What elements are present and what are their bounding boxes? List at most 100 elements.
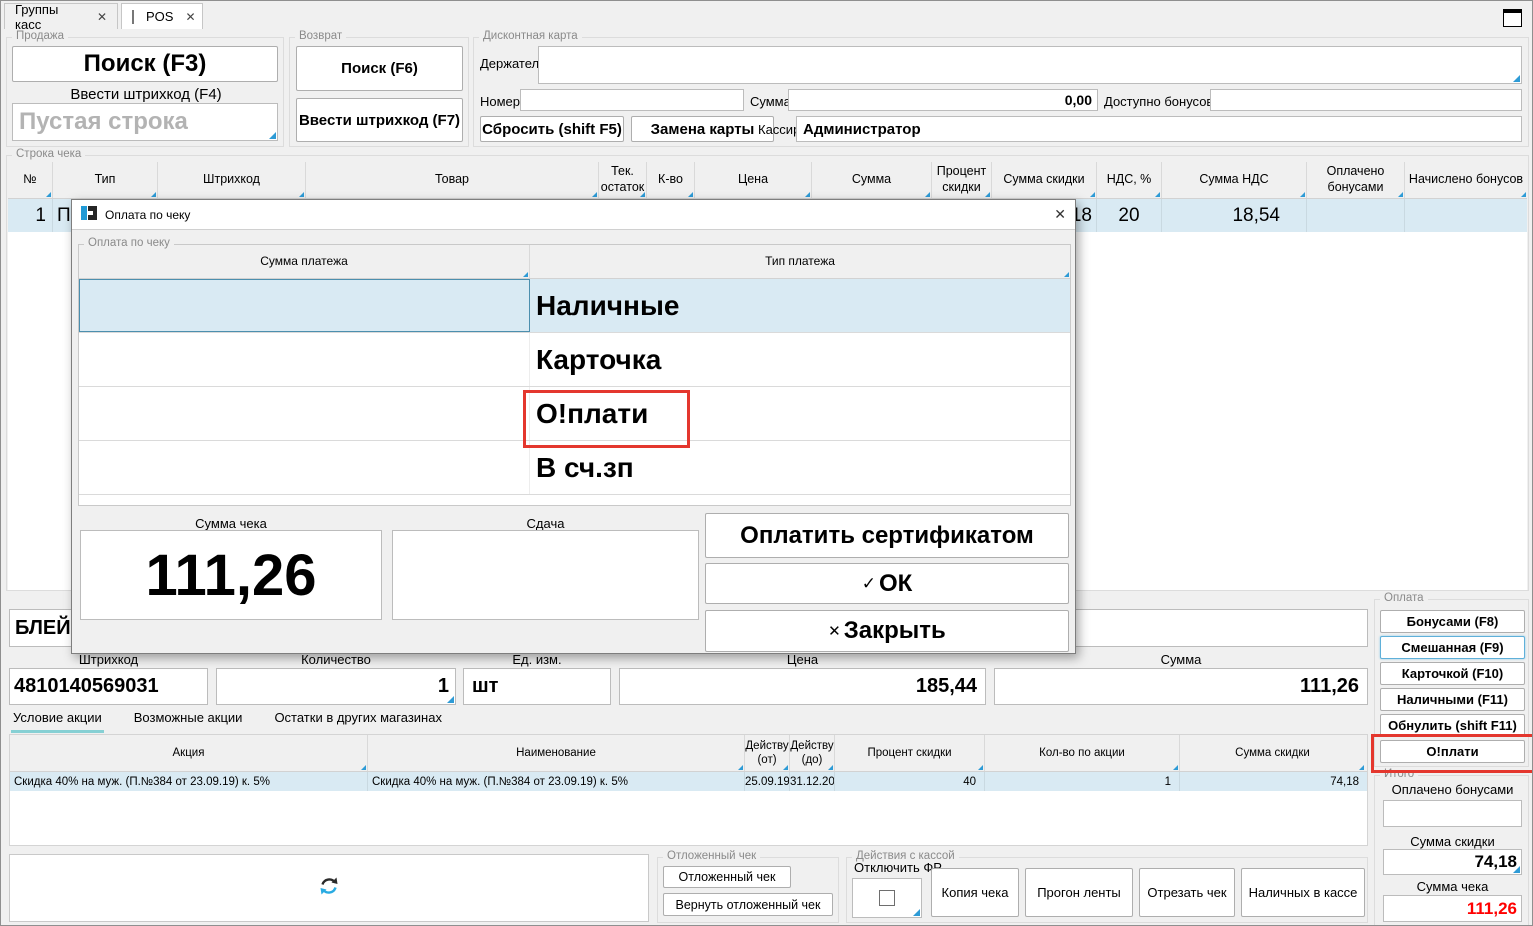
hold-check-button[interactable]: Отложенный чек	[663, 866, 791, 888]
pay-cash-button[interactable]: Наличными (F11)	[1380, 688, 1525, 711]
copy-check-button[interactable]: Копия чека	[931, 868, 1019, 917]
tab-promo-possible[interactable]: Возможные акции	[132, 707, 245, 733]
col-vat[interactable]: НДС, %	[1097, 162, 1162, 198]
col-barcode[interactable]: Штрихкод	[158, 162, 306, 198]
ok-button-label: ОК	[879, 570, 912, 598]
col-paid-bonus[interactable]: Оплачено бонусами	[1307, 162, 1405, 198]
col-valid-to[interactable]: Действу (до)	[790, 735, 835, 771]
card-sum-field[interactable]: 0,00	[788, 89, 1098, 111]
cell-promo: Скидка 40% на муж. (П.№384 от 23.09.19) …	[10, 772, 368, 791]
replace-card-button[interactable]: Замена карты	[631, 116, 774, 142]
pay-oplati-button[interactable]: О!плати	[1380, 740, 1525, 763]
payment-sum-cell[interactable]	[79, 441, 530, 494]
document-icon	[132, 10, 134, 24]
sale-search-button[interactable]: Поиск (F3)	[12, 46, 278, 82]
col-num[interactable]: №	[8, 162, 53, 198]
total-sum-field: 111,26	[1383, 895, 1522, 922]
payment-type-cell: Карточка	[530, 333, 1070, 386]
cash-in-register-button[interactable]: Наличных в кассе	[1241, 868, 1365, 917]
col-product[interactable]: Товар	[306, 162, 599, 198]
ok-button[interactable]: ✓ ОК	[705, 563, 1069, 604]
cell-vat-sum: 18,54	[1162, 199, 1307, 232]
discount-card-title: Дисконтная карта	[479, 30, 582, 42]
col-vat-sum[interactable]: Сумма НДС	[1162, 162, 1307, 198]
dialog-close-icon[interactable]: ✕	[1054, 206, 1066, 223]
pay-mixed-button[interactable]: Смешанная (F9)	[1380, 636, 1525, 659]
col-price[interactable]: Цена	[695, 162, 812, 198]
col-name[interactable]: Наименование	[368, 735, 745, 771]
col-promo-discount-sum[interactable]: Сумма скидки	[1180, 735, 1365, 771]
barcode-label: Штрихкод	[9, 652, 208, 667]
close-button-label: Закрыть	[844, 617, 946, 645]
total-discount-label: Сумма скидки	[1375, 834, 1530, 849]
card-sum-label: Сумма	[750, 94, 791, 109]
payment-type-cell: О!плати	[530, 387, 1070, 440]
app-logo-icon	[81, 205, 97, 224]
paid-bonus-field	[1383, 800, 1522, 827]
pay-certificate-button[interactable]: Оплатить сертификатом	[705, 513, 1069, 558]
payment-row-card[interactable]: Карточка	[79, 332, 1070, 387]
col-promo-discount-pct[interactable]: Процент скидки	[835, 735, 985, 771]
col-type[interactable]: Тип	[53, 162, 158, 198]
col-promo-qty[interactable]: Кол-во по акции	[985, 735, 1180, 771]
sale-group: Продажа Поиск (F3) Ввести штрихкод (F4) …	[6, 37, 284, 147]
dialog-title-bar[interactable]: Оплата по чеку ✕	[72, 200, 1075, 230]
col-promo[interactable]: Акция	[10, 735, 368, 771]
return-check-button[interactable]: Вернуть отложенный чек	[663, 893, 833, 916]
payment-sum-cell[interactable]	[79, 279, 530, 332]
tab-close-icon[interactable]: ✕	[97, 10, 107, 24]
col-valid-from[interactable]: Действу (от)	[745, 735, 790, 771]
tab-cash-groups[interactable]: Группы касс ✕	[4, 3, 118, 29]
loading-panel	[9, 854, 649, 922]
payment-row-oplati[interactable]: О!плати	[79, 387, 1070, 441]
col-qty[interactable]: К-во	[647, 162, 695, 198]
refund-search-button[interactable]: Поиск (F6)	[296, 46, 463, 91]
tab-pos[interactable]: POS ✕	[121, 3, 203, 29]
checkbox-icon[interactable]	[879, 890, 895, 906]
pay-card-button[interactable]: Карточкой (F10)	[1380, 662, 1525, 685]
sale-input[interactable]: Пустая строка	[12, 103, 278, 141]
disable-fr-label: Отключить ФР	[854, 860, 942, 875]
col-stock[interactable]: Тек. остаток	[599, 162, 647, 198]
holder-field[interactable]	[538, 46, 1522, 84]
close-button[interactable]: ✕ Закрыть	[705, 610, 1069, 652]
number-field[interactable]	[520, 89, 744, 111]
payment-sum-cell[interactable]	[79, 387, 530, 440]
payment-group: Оплата Бонусами (F8) Смешанная (F9) Карт…	[1374, 599, 1529, 767]
payment-row-cash[interactable]: Наличные	[79, 279, 1070, 332]
close-x-icon: ✕	[828, 622, 841, 640]
col-payment-type[interactable]: Тип платежа	[530, 245, 1070, 278]
col-accrued-bonus[interactable]: Начислено бонусов	[1405, 162, 1527, 198]
tab-promo-other-stores[interactable]: Остатки в других магазинах	[272, 707, 444, 733]
bonus-available-field[interactable]	[1210, 89, 1522, 111]
tape-run-button[interactable]: Прогон ленты	[1025, 868, 1133, 917]
cell-valid-to: 31.12.20	[790, 772, 835, 791]
maximize-icon[interactable]	[1503, 9, 1522, 27]
col-discount-pct[interactable]: Процент скидки	[932, 162, 992, 198]
tab-bar: Группы касс ✕ POS ✕	[1, 1, 1532, 29]
col-sum[interactable]: Сумма	[812, 162, 932, 198]
unit-label: Ед. изм.	[463, 652, 611, 667]
tab-pos-label: POS	[146, 9, 173, 24]
quantity-field[interactable]: 1	[216, 668, 456, 705]
payment-row-salary[interactable]: В сч.зп	[79, 441, 1070, 495]
pay-bonus-button[interactable]: Бонусами (F8)	[1380, 610, 1525, 633]
reset-card-button[interactable]: Сбросить (shift F5)	[480, 116, 624, 142]
cell-vat: 20	[1097, 199, 1162, 232]
cut-check-button[interactable]: Отрезать чек	[1139, 868, 1235, 917]
sum-label: Сумма	[994, 652, 1368, 667]
disable-fr-checkbox-field[interactable]	[852, 878, 922, 918]
receipt-table-header: № Тип Штрихкод Товар Тек. остаток К-во Ц…	[8, 162, 1527, 199]
refund-barcode-button[interactable]: Ввести штрихкод (F7)	[296, 98, 463, 142]
receipt-lines-title: Строка чека	[12, 148, 85, 160]
pay-reset-button[interactable]: Обнулить (shift F11)	[1380, 714, 1525, 737]
discount-card-group: Дисконтная карта Держатель Номер Сумма 0…	[473, 37, 1529, 147]
col-discount-sum[interactable]: Сумма скидки	[992, 162, 1097, 198]
tab-promo-conditions[interactable]: Условие акции	[11, 707, 104, 733]
col-payment-sum[interactable]: Сумма платежа	[79, 245, 530, 278]
promo-row[interactable]: Скидка 40% на муж. (П.№384 от 23.09.19) …	[10, 772, 1367, 791]
cashier-field: Администратор	[796, 116, 1522, 142]
tab-close-icon[interactable]: ✕	[185, 10, 195, 24]
payment-sum-cell[interactable]	[79, 333, 530, 386]
cell-promo-discount-pct: 40	[835, 772, 985, 791]
